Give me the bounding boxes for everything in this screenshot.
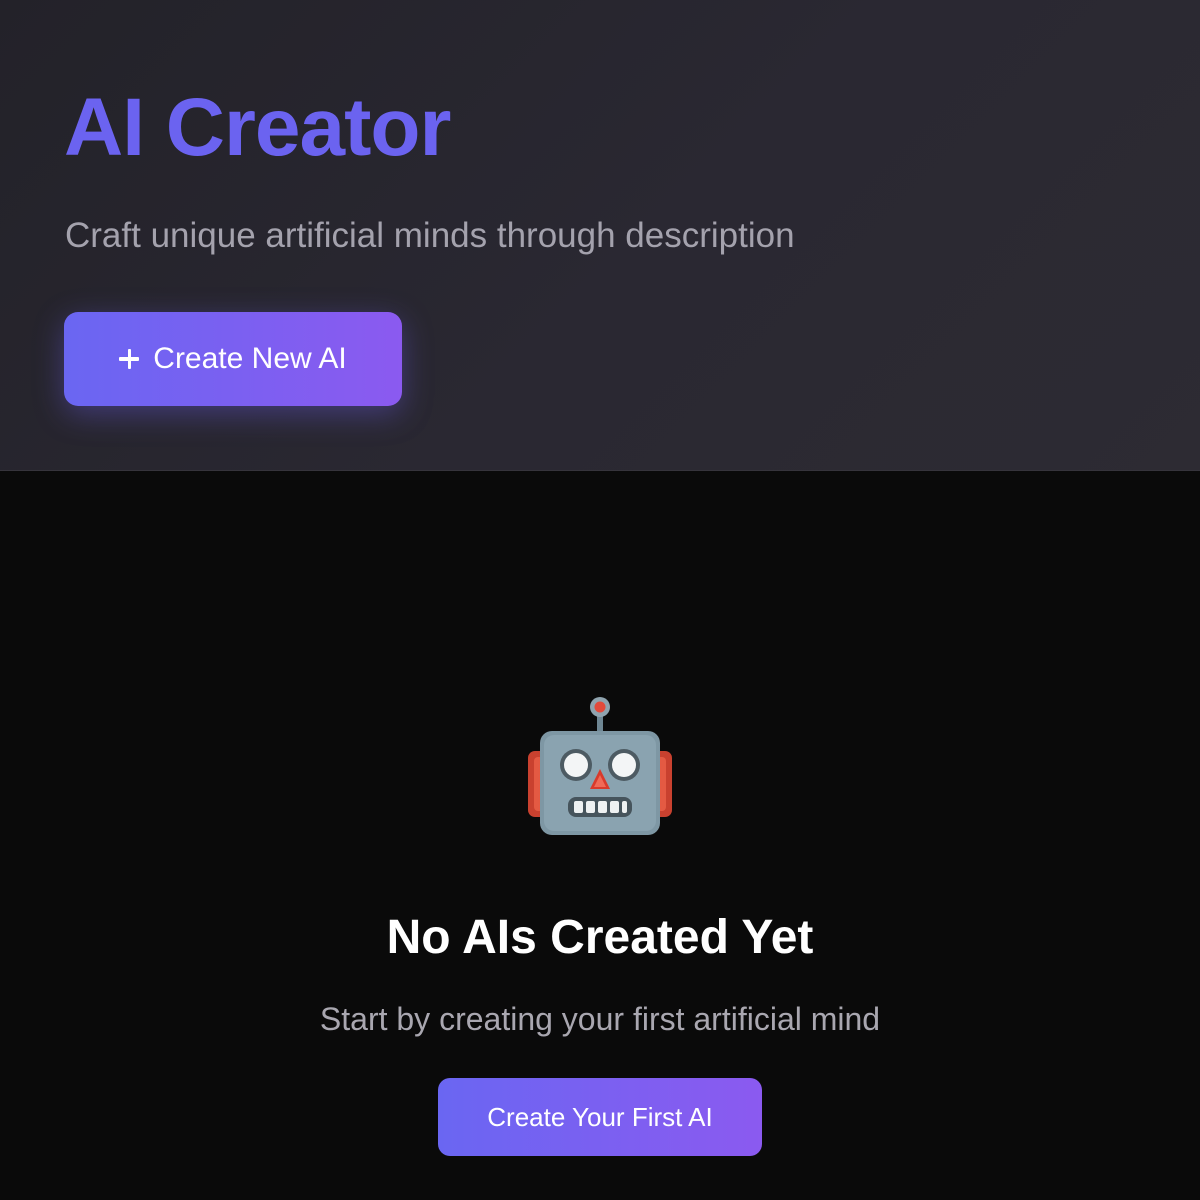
hero-header: AI Creator Craft unique artificial minds… [0,0,1200,471]
create-first-ai-button[interactable]: Create Your First AI [438,1078,762,1156]
empty-state-subtitle: Start by creating your first artificial … [319,1001,881,1037]
page-title: AI Creator [64,82,451,173]
plus-icon [119,349,140,369]
page-subtitle: Craft unique artificial minds through de… [65,216,795,255]
app-page: AI Creator Craft unique artificial minds… [0,0,1200,1200]
empty-state-title: No AIs Created Yet [386,911,814,964]
empty-state: No AIs Created Yet Start by creating you… [0,471,1200,1200]
robot-icon [528,697,672,835]
create-new-ai-label: Create New AI [153,342,347,375]
create-new-ai-button[interactable]: Create New AI [64,312,402,406]
